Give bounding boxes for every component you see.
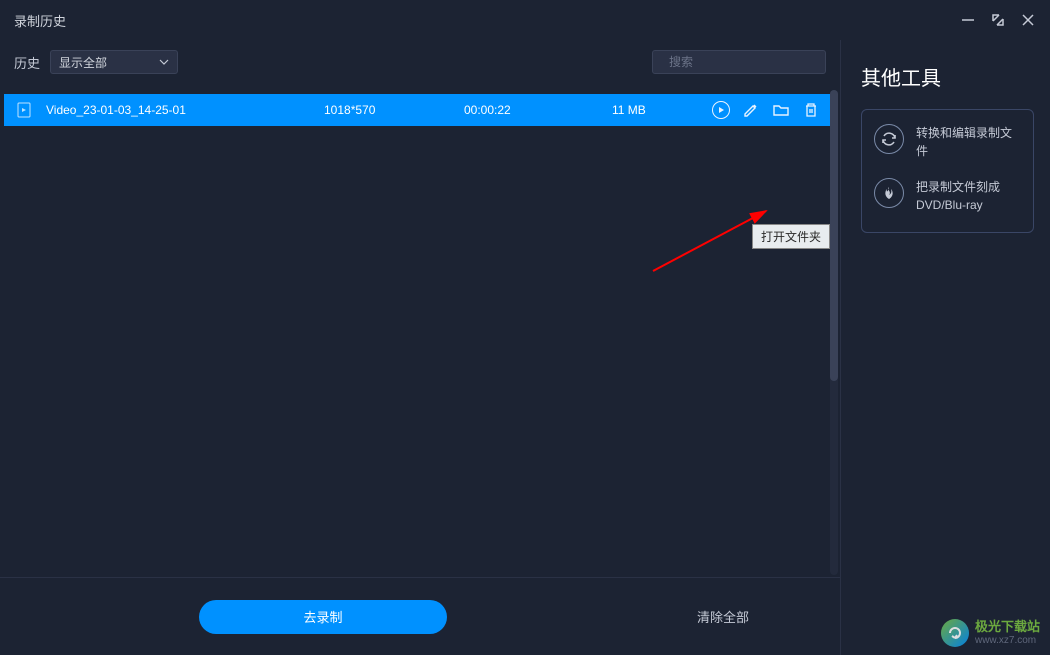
maximize-icon[interactable] [990, 12, 1006, 28]
list-item[interactable]: Video_23-01-03_14-25-01 1018*570 00:00:2… [4, 94, 836, 126]
tooltip-open-folder: 打开文件夹 [752, 224, 830, 249]
vertical-scrollbar[interactable] [830, 90, 838, 575]
main-panel: 历史 显示全部 Video_23-01-03_14-25-01 1018*570… [0, 40, 840, 655]
watermark-logo-icon [941, 619, 969, 647]
clear-all-link[interactable]: 清除全部 [697, 607, 749, 626]
history-label: 历史 [14, 53, 40, 72]
col-size: 11 MB [612, 103, 702, 117]
convert-icon [874, 124, 904, 154]
play-button[interactable] [712, 101, 730, 119]
footer: 去录制 清除全部 [0, 577, 840, 655]
toolbar: 历史 显示全部 [0, 40, 840, 84]
watermark-en: www.xz7.com [975, 635, 1040, 646]
minimize-icon[interactable] [960, 12, 976, 28]
dropdown-value: 显示全部 [59, 54, 107, 71]
tool-label: 把录制文件刻成DVD/Blu-ray [916, 178, 1021, 214]
col-resolution: 1018*570 [324, 103, 464, 117]
close-icon[interactable] [1020, 12, 1036, 28]
titlebar: 录制历史 [0, 0, 1050, 40]
tool-convert-edit[interactable]: 转换和编辑录制文件 [874, 124, 1021, 160]
delete-icon[interactable] [802, 101, 820, 119]
side-panel: 其他工具 转换和编辑录制文件 把录制文件刻成DVD/Blu-ray [840, 40, 1050, 655]
edit-icon[interactable] [742, 101, 760, 119]
video-file-icon [16, 102, 32, 118]
search-box[interactable] [652, 50, 826, 74]
side-title: 其他工具 [861, 62, 1034, 91]
watermark-cn: 极光下载站 [975, 620, 1040, 634]
history-filter-dropdown[interactable]: 显示全部 [50, 50, 178, 74]
scrollbar-thumb[interactable] [830, 90, 838, 381]
watermark: 极光下载站 www.xz7.com [941, 619, 1040, 647]
chevron-down-icon [159, 57, 169, 67]
tool-burn-disc[interactable]: 把录制文件刻成DVD/Blu-ray [874, 178, 1021, 214]
col-filename: Video_23-01-03_14-25-01 [46, 103, 324, 117]
recording-list: Video_23-01-03_14-25-01 1018*570 00:00:2… [0, 84, 840, 577]
tool-label: 转换和编辑录制文件 [916, 124, 1021, 160]
search-input[interactable] [669, 55, 824, 69]
col-duration: 00:00:22 [464, 103, 612, 117]
burn-icon [874, 178, 904, 208]
window-title: 录制历史 [14, 11, 66, 30]
go-record-button[interactable]: 去录制 [199, 600, 447, 634]
other-tools-box: 转换和编辑录制文件 把录制文件刻成DVD/Blu-ray [861, 109, 1034, 233]
folder-icon[interactable] [772, 101, 790, 119]
